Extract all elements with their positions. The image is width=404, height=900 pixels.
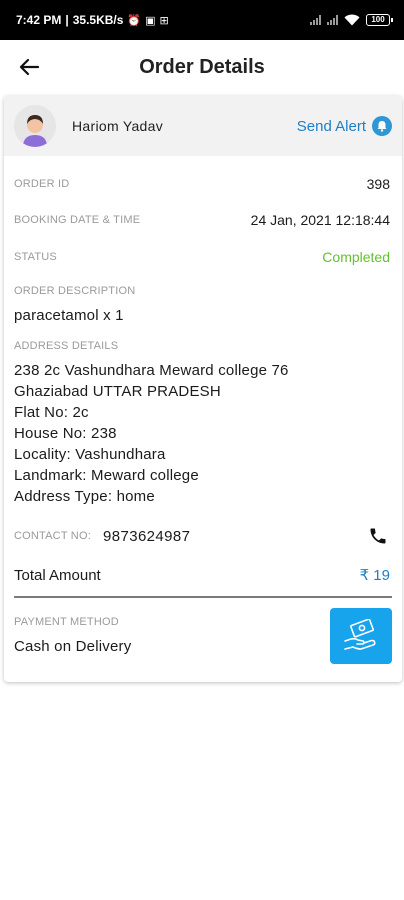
order-id-value: 398 — [366, 176, 390, 192]
contact-value: 9873624987 — [102, 527, 191, 545]
status-row: STATUS Completed — [14, 249, 390, 265]
wifi-icon — [344, 14, 360, 26]
address-line: Locality: Vashundhara — [14, 446, 166, 463]
back-arrow-icon — [19, 58, 40, 76]
order-card: Hariom Yadav Send Alert ORDER ID 398 BOO… — [4, 96, 402, 682]
cash-hand-icon — [344, 619, 376, 650]
avatar-icon — [14, 105, 56, 147]
notification-icon: ▣ — [145, 14, 156, 27]
send-alert-label: Send Alert — [296, 117, 366, 135]
contact-row: CONTACT NO: 9873624987 — [14, 524, 390, 548]
booking-date-value: 24 Jan, 2021 12:18:44 — [250, 212, 390, 228]
status-bar: 7:42 PM | 35.5KB/s ⏰ ▣ ⊞ 100 — [0, 0, 404, 40]
total-amount-value: ₹ 19 — [359, 567, 390, 584]
status-speed: 35.5KB/s — [72, 13, 124, 27]
address-line: House No: 238 — [14, 425, 117, 442]
order-description-label: ORDER DESCRIPTION — [14, 285, 136, 297]
signal-icon — [310, 15, 321, 25]
booking-date-row: BOOKING DATE & TIME 24 Jan, 2021 12:18:4… — [14, 212, 390, 228]
order-id-row: ORDER ID 398 — [14, 176, 390, 192]
address-line: Address Type: home — [14, 488, 155, 505]
order-description-value: paracetamol x 1 — [14, 307, 124, 324]
bell-icon — [372, 116, 392, 136]
customer-header: Hariom Yadav Send Alert — [4, 96, 402, 156]
address-block: ADDRESS DETAILS 238 2c Vashundhara Mewar… — [14, 340, 390, 507]
send-alert-button[interactable]: Send Alert — [297, 116, 392, 136]
address-line: Landmark: Meward college — [14, 467, 199, 484]
address-label: ADDRESS DETAILS — [14, 340, 119, 352]
address-lines: 238 2c Vashundhara Meward college 76 Gha… — [14, 360, 390, 507]
battery-icon: 100 — [366, 14, 393, 26]
alarm-icon: ⏰ — [127, 14, 142, 27]
signal-icon-2 — [327, 15, 338, 25]
status-badge: Completed — [322, 249, 390, 265]
divider — [14, 596, 392, 598]
page-title: Order Details — [139, 55, 265, 78]
call-button[interactable] — [366, 524, 390, 548]
link-icon: ⊞ — [159, 14, 169, 27]
booking-date-label: BOOKING DATE & TIME — [14, 214, 141, 226]
customer-name: Hariom Yadav — [72, 118, 164, 134]
total-amount-row: Total Amount ₹ 19 — [14, 566, 390, 585]
address-line: 238 2c Vashundhara Meward college 76 — [14, 362, 289, 379]
order-id-label: ORDER ID — [14, 178, 70, 190]
app-bar: Order Details — [0, 40, 404, 94]
status-time: 7:42 PM — [16, 13, 62, 27]
avatar — [14, 105, 56, 147]
back-button[interactable] — [0, 40, 56, 94]
address-line: Flat No: 2c — [14, 404, 89, 421]
payment-method-button[interactable] — [330, 608, 392, 664]
address-line: Ghaziabad UTTAR PRADESH — [14, 383, 221, 400]
status-label: STATUS — [14, 251, 57, 263]
phone-icon — [370, 528, 386, 544]
order-description-block: ORDER DESCRIPTION paracetamol x 1 — [14, 285, 390, 324]
total-amount-label: Total Amount — [14, 566, 101, 584]
contact-label: CONTACT NO: — [14, 530, 91, 542]
